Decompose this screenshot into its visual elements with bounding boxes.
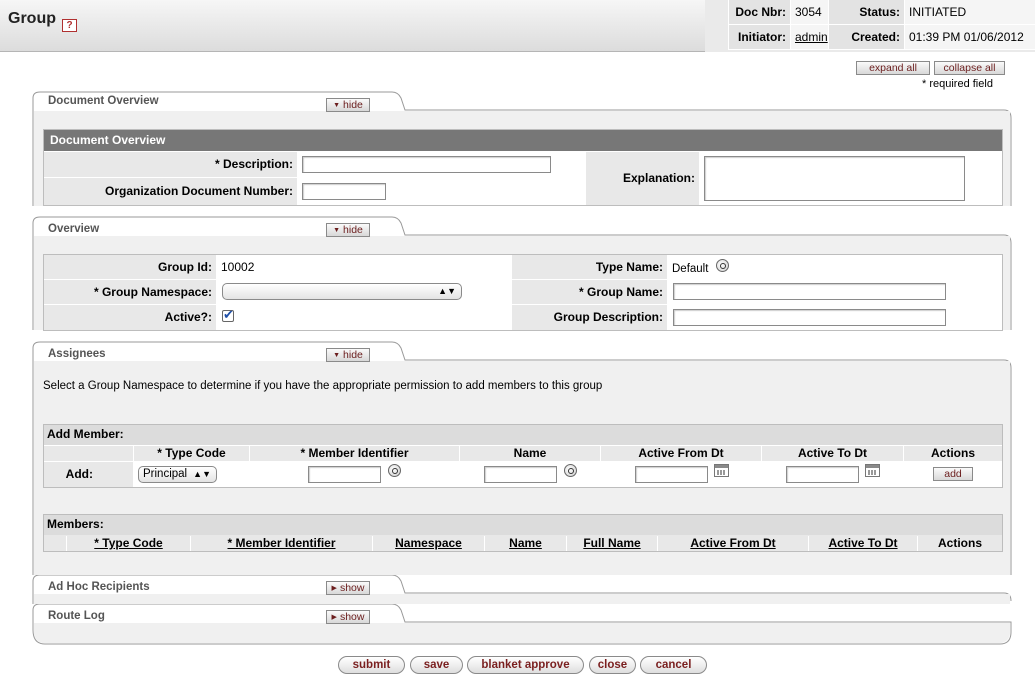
close-button[interactable]: close bbox=[589, 656, 636, 674]
save-button[interactable]: save bbox=[410, 656, 463, 674]
members-grid-lines bbox=[66, 536, 918, 551]
blanket-approve-button[interactable]: blanket approve bbox=[467, 656, 584, 674]
cancel-button[interactable]: cancel bbox=[640, 656, 707, 674]
submit-button[interactable]: submit bbox=[338, 656, 405, 674]
